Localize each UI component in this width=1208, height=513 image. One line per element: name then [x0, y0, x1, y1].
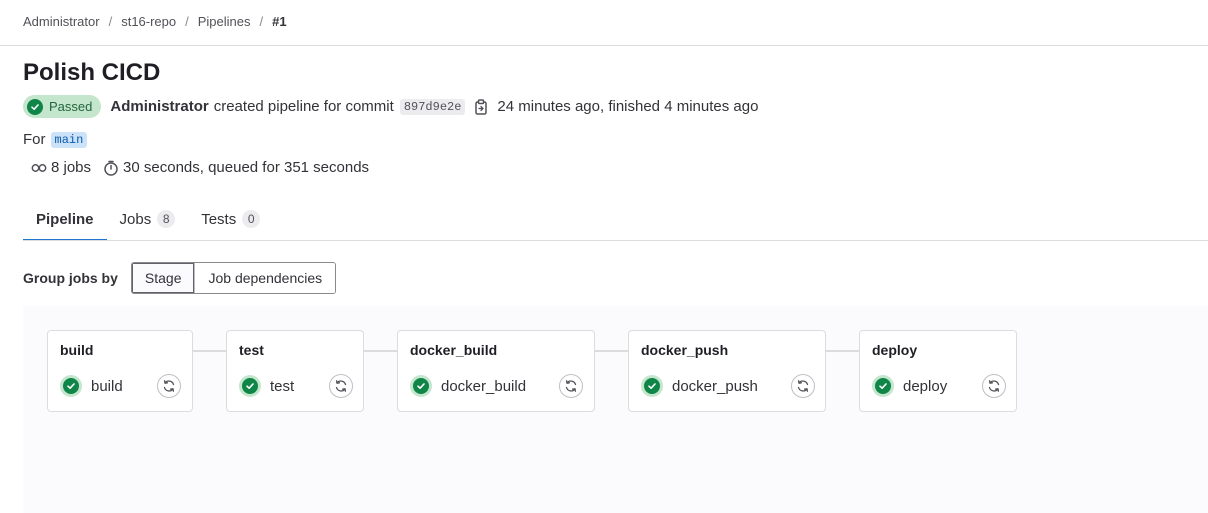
group-by-stage-button[interactable]: Stage [131, 263, 195, 293]
check-circle-icon [60, 375, 82, 397]
group-by-dependencies-button[interactable]: Job dependencies [194, 263, 336, 293]
tab-jobs[interactable]: Jobs 8 [107, 197, 189, 241]
pipeline-graph: build build test test docker_build docke… [23, 306, 1208, 513]
retry-icon[interactable] [329, 374, 353, 398]
stage-docker-build: docker_build docker_build [397, 330, 595, 412]
job-test[interactable]: test [239, 374, 294, 398]
stage-title: deploy [872, 342, 918, 358]
commit-sha-link[interactable]: 897d9e2e [399, 98, 466, 115]
timer-icon [103, 160, 119, 176]
stage-deploy: deploy deploy [859, 330, 1017, 412]
retry-icon[interactable] [982, 374, 1006, 398]
stage-connector [826, 350, 859, 352]
retry-icon[interactable] [791, 374, 815, 398]
job-deploy[interactable]: deploy [872, 374, 947, 398]
stage-connector [364, 350, 397, 352]
clipboard-icon[interactable] [473, 98, 489, 115]
job-build[interactable]: build [60, 374, 123, 398]
pipeline-stats: 8 jobs 30 seconds, queued for 351 second… [31, 159, 369, 176]
check-circle-icon [410, 375, 432, 397]
created-text: created pipeline for commit [213, 98, 394, 115]
status-badge[interactable]: Passed [23, 95, 102, 118]
stage-connector [595, 350, 628, 352]
job-name: deploy [903, 377, 948, 395]
check-circle-icon [27, 98, 43, 115]
stage-title: build [60, 342, 94, 358]
tab-tests-label: Tests [201, 210, 237, 228]
header-divider [0, 45, 1208, 46]
check-circle-icon [872, 375, 894, 397]
for-label: For [23, 131, 46, 148]
retry-icon[interactable] [559, 374, 583, 398]
breadcrumb-item-pipelines[interactable]: Pipelines [198, 14, 251, 29]
stage-title: docker_push [641, 342, 729, 358]
pipeline-time: 24 minutes ago, finished 4 minutes ago [497, 98, 759, 115]
breadcrumb-separator: / [108, 14, 113, 29]
stage-connector [193, 350, 226, 352]
breadcrumb-item-current[interactable]: #1 [272, 14, 286, 29]
job-name: docker_push [672, 377, 758, 395]
tab-tests[interactable]: Tests 0 [188, 197, 273, 241]
group-by-toggle: Stage Job dependencies [130, 262, 337, 294]
check-circle-icon [239, 375, 261, 397]
tab-jobs-count: 8 [157, 210, 176, 228]
tab-pipeline-label: Pipeline [36, 210, 94, 228]
tabs-divider [23, 240, 1208, 241]
pipeline-link-icon [31, 160, 47, 176]
page-title: Polish CICD [23, 59, 161, 86]
breadcrumb: Administrator / st16-repo / Pipelines / … [23, 14, 287, 29]
tab-jobs-label: Jobs [119, 210, 152, 228]
group-jobs-label: Group jobs by [23, 270, 118, 286]
tab-tests-count: 0 [242, 210, 261, 228]
jobs-count: 8 jobs [51, 159, 92, 176]
pipeline-duration: 30 seconds, queued for 351 seconds [123, 159, 370, 176]
job-docker-push[interactable]: docker_push [641, 374, 758, 398]
tab-pipeline[interactable]: Pipeline [23, 197, 107, 241]
job-name: test [270, 377, 295, 395]
breadcrumb-item-repo[interactable]: st16-repo [121, 14, 176, 29]
stage-test: test test [226, 330, 364, 412]
job-name: docker_build [441, 377, 527, 395]
branch-ref-link[interactable]: main [50, 131, 88, 148]
stage-title: test [239, 342, 264, 358]
stage-build: build build [47, 330, 193, 412]
status-badge-label: Passed [49, 99, 93, 114]
job-docker-build[interactable]: docker_build [410, 374, 526, 398]
pipeline-tabs: Pipeline Jobs 8 Tests 0 [23, 197, 273, 241]
breadcrumb-item-user[interactable]: Administrator [23, 14, 100, 29]
check-circle-icon [641, 375, 663, 397]
retry-icon[interactable] [157, 374, 181, 398]
ref-row: For main [23, 131, 88, 148]
breadcrumb-separator: / [259, 14, 264, 29]
stage-title: docker_build [410, 342, 498, 358]
pipeline-meta: Passed Administrator created pipeline fo… [23, 95, 758, 118]
job-name: build [91, 377, 123, 395]
author-link[interactable]: Administrator [110, 98, 208, 115]
stage-docker-push: docker_push docker_push [628, 330, 826, 412]
group-jobs-control: Group jobs by Stage Job dependencies [23, 262, 337, 294]
breadcrumb-separator: / [185, 14, 189, 29]
